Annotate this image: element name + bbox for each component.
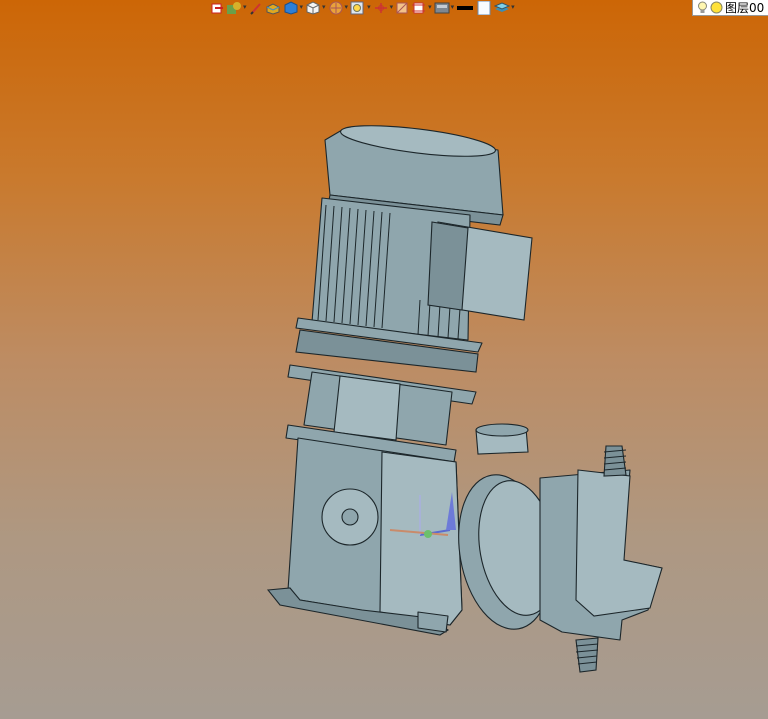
toolbar-button-pen[interactable] [249, 1, 263, 15]
chevron-down-icon: ▾ [299, 3, 304, 11]
toolbar-button-white-cube[interactable]: ▾ [305, 0, 326, 15]
toolbar-button-layers[interactable]: ▾ [494, 1, 515, 15]
toolbar-button-display-style[interactable]: ▾ [434, 1, 455, 15]
toolbar-button-section[interactable] [395, 1, 409, 15]
frame-icon [412, 2, 426, 13]
toolbar-button-blank[interactable] [476, 0, 492, 15]
toolbar-button-exit-sketch[interactable] [210, 1, 224, 15]
layer-name: 图层00 [725, 1, 765, 15]
toolbar-button-render[interactable]: ▾ [328, 1, 349, 15]
chevron-down-icon: ▾ [344, 3, 349, 11]
line-color-icon [457, 5, 474, 10]
layers-icon [494, 1, 511, 12]
toolbar-button-view-orient[interactable]: ▾ [226, 1, 247, 15]
white-cube-icon [306, 0, 320, 15]
zoom-fit-icon [350, 1, 364, 14]
blue-cube-icon [284, 0, 298, 15]
pump-motor-model[interactable] [0, 0, 768, 719]
suction-valve [575, 637, 599, 673]
chevron-down-icon: ▾ [450, 3, 455, 11]
chevron-down-icon: ▾ [367, 3, 371, 11]
toolbar-button-triad[interactable]: ▾ [373, 1, 394, 15]
mounting-foot [417, 611, 449, 633]
toolbar-button-shaded[interactable] [265, 1, 281, 15]
blank-page-icon [477, 0, 491, 15]
axis-triad-icon [374, 2, 387, 13]
toolbar-button-blue-cube[interactable]: ▾ [283, 0, 304, 15]
chevron-down-icon: ▾ [389, 3, 394, 11]
view-toolbar: ▾ ▾ ▾ ▾ ▾ ▾ ▾ ▾ ▾ [210, 0, 768, 15]
lightbulb-icon[interactable] [697, 1, 708, 15]
chevron-down-icon: ▾ [511, 3, 515, 11]
exit-sketch-icon [211, 3, 223, 13]
pen-icon [249, 2, 261, 15]
shaded-box-icon [266, 2, 280, 15]
chevron-down-icon: ▾ [243, 3, 247, 11]
3d-viewport[interactable]: ▾ ▾ ▾ ▾ ▾ ▾ ▾ ▾ ▾ 图层00 [0, 0, 768, 719]
toolbar-button-line-color[interactable] [456, 1, 474, 15]
layer-color-icon[interactable] [710, 1, 723, 14]
toolbar-button-frame[interactable]: ▾ [411, 1, 432, 15]
chevron-down-icon: ▾ [428, 3, 432, 11]
display-style-icon [434, 2, 450, 13]
section-view-icon [396, 2, 408, 13]
toolbar-button-zoom[interactable]: ▾ [350, 1, 371, 15]
render-sphere-icon [329, 1, 343, 14]
view-orient-icon [227, 1, 241, 14]
layer-selector[interactable]: 图层00 [692, 0, 768, 16]
chevron-down-icon: ▾ [322, 3, 326, 11]
